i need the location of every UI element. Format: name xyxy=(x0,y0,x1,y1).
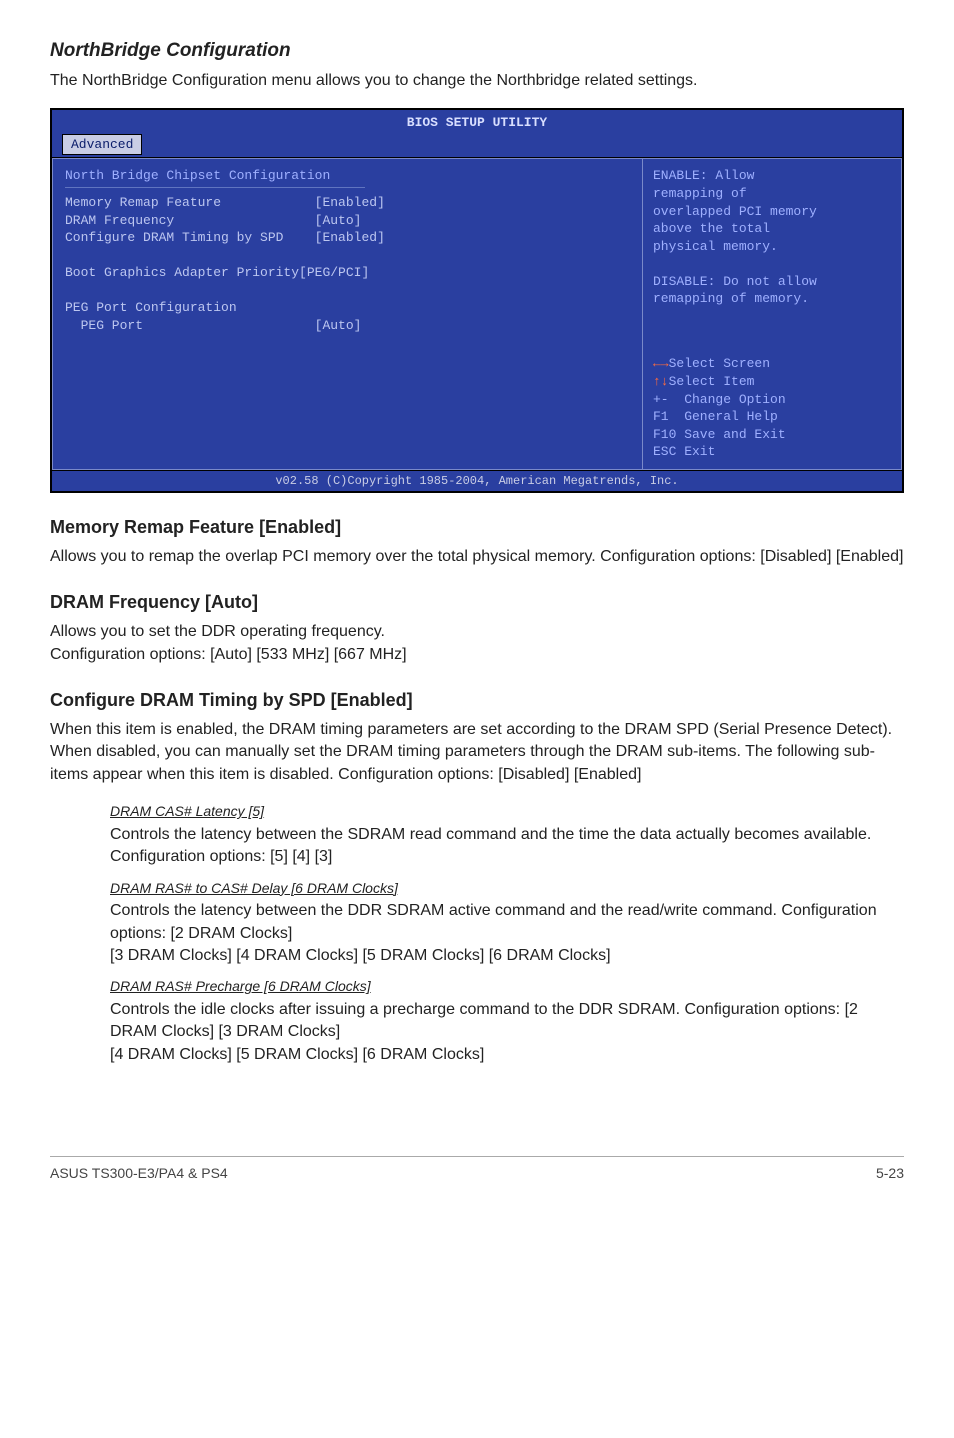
bios-row-dram-frequency[interactable]: DRAM Frequency [Auto] xyxy=(65,212,630,230)
bios-tab-advanced[interactable]: Advanced xyxy=(62,134,142,156)
bios-key-select-item: Select Item xyxy=(669,374,755,389)
bios-key-save-exit: F10 Save and Exit xyxy=(653,427,786,442)
bios-row-blank1 xyxy=(65,247,630,265)
sub-items-block: DRAM CAS# Latency [5] Controls the laten… xyxy=(110,802,904,1066)
bios-value: [Auto] xyxy=(315,318,362,333)
bios-row-memory-remap[interactable]: Memory Remap Feature [Enabled] xyxy=(65,194,630,212)
bios-key-change-option: +- Change Option xyxy=(653,392,786,407)
bios-header: BIOS SETUP UTILITY Advanced xyxy=(52,110,902,157)
heading-memory-remap: Memory Remap Feature [Enabled] xyxy=(50,517,904,538)
bios-row-peg-config: PEG Port Configuration xyxy=(65,299,630,317)
footer-right: 5-23 xyxy=(876,1165,904,1181)
bios-right-pane: ENABLE: Allow remapping of overlapped PC… xyxy=(642,158,902,469)
bios-key-select-screen: Select Screen xyxy=(669,356,770,371)
paragraph-dram-cas-latency: Controls the latency between the SDRAM r… xyxy=(110,824,904,869)
paragraph-dram-ras-cas-delay: Controls the latency between the DDR SDR… xyxy=(110,900,904,967)
heading-northbridge-config: NorthBridge Configuration xyxy=(50,40,904,62)
bios-row-boot-graphics[interactable]: Boot Graphics Adapter Priority[PEG/PCI] xyxy=(65,264,630,282)
bios-section-heading: North Bridge Chipset Configuration xyxy=(65,167,630,185)
paragraph-northbridge-intro: The NorthBridge Configuration menu allow… xyxy=(50,70,904,92)
bios-footer: v02.58 (C)Copyright 1985-2004, American … xyxy=(52,470,902,491)
bios-row-blank2 xyxy=(65,282,630,300)
subhead-dram-ras-cas-delay: DRAM RAS# to CAS# Delay [6 DRAM Clocks] xyxy=(110,879,904,899)
heading-dram-frequency: DRAM Frequency [Auto] xyxy=(50,592,904,613)
bios-label: Configure DRAM Timing by SPD xyxy=(65,230,283,245)
bios-title: BIOS SETUP UTILITY xyxy=(62,114,892,132)
page-footer: ASUS TS300-E3/PA4 & PS4 5-23 xyxy=(50,1156,904,1181)
arrow-ud-icon xyxy=(653,374,669,389)
bios-row-configure-dram-spd[interactable]: Configure DRAM Timing by SPD [Enabled] xyxy=(65,229,630,247)
bios-value: [Enabled] xyxy=(315,230,385,245)
bios-value: [Auto] xyxy=(315,213,362,228)
bios-label: DRAM Frequency xyxy=(65,213,174,228)
paragraph-configure-dram-spd: When this item is enabled, the DRAM timi… xyxy=(50,719,904,786)
bios-key-esc-exit: ESC Exit xyxy=(653,444,715,459)
bios-label: PEG Port xyxy=(65,318,143,333)
subhead-dram-ras-precharge: DRAM RAS# Precharge [6 DRAM Clocks] xyxy=(110,977,904,997)
bios-body: North Bridge Chipset Configuration Memor… xyxy=(52,157,902,469)
bios-key-hints: Select Screen Select Item +- Change Opti… xyxy=(653,338,891,461)
bios-value: [Enabled] xyxy=(315,195,385,210)
bios-row-peg-port[interactable]: PEG Port [Auto] xyxy=(65,317,630,335)
heading-configure-dram-spd: Configure DRAM Timing by SPD [Enabled] xyxy=(50,690,904,711)
subhead-dram-cas-latency: DRAM CAS# Latency [5] xyxy=(110,802,904,822)
bios-setup-panel: BIOS SETUP UTILITY Advanced North Bridge… xyxy=(50,108,904,492)
bios-label: PEG Port Configuration xyxy=(65,300,237,315)
bios-left-pane: North Bridge Chipset Configuration Memor… xyxy=(52,158,642,469)
paragraph-dram-ras-precharge: Controls the idle clocks after issuing a… xyxy=(110,999,904,1066)
bios-divider xyxy=(65,187,365,188)
paragraph-memory-remap: Allows you to remap the overlap PCI memo… xyxy=(50,546,904,568)
bios-key-general-help: F1 General Help xyxy=(653,409,778,424)
bios-help-text: ENABLE: Allow remapping of overlapped PC… xyxy=(653,167,891,307)
footer-left: ASUS TS300-E3/PA4 & PS4 xyxy=(50,1165,228,1181)
bios-label: Boot Graphics Adapter Priority[PEG/PCI] xyxy=(65,265,369,280)
paragraph-dram-frequency: Allows you to set the DDR operating freq… xyxy=(50,621,904,666)
arrow-lr-icon xyxy=(653,356,669,371)
bios-label: Memory Remap Feature xyxy=(65,195,221,210)
